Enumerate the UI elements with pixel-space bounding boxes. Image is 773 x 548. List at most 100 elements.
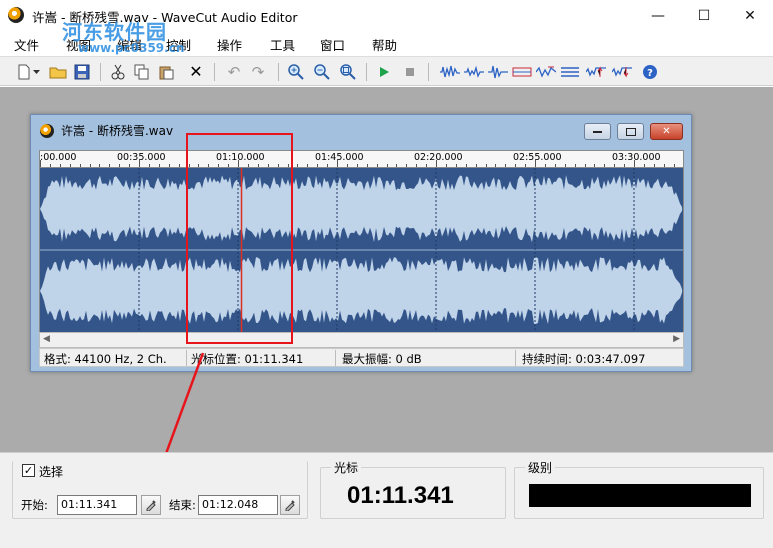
ruler-tick xyxy=(49,164,51,167)
cut-icon[interactable] xyxy=(108,62,128,82)
ruler-tick xyxy=(455,164,457,167)
status-cursor: 光标位置: 01:11.341 xyxy=(191,352,304,366)
wave-effect-3-icon[interactable] xyxy=(488,62,508,82)
level-group-label: 级别 xyxy=(525,459,556,476)
ruler-label: :00.000 xyxy=(40,152,77,163)
menu-operate[interactable]: 操作 xyxy=(217,35,242,54)
stop-icon[interactable] xyxy=(400,62,420,82)
zoom-out-icon[interactable] xyxy=(312,62,332,82)
toolbar: ✕ ↶ ↷ ? xyxy=(0,56,773,86)
child-minimize-button[interactable] xyxy=(584,123,611,140)
ruler-tick xyxy=(426,164,428,167)
play-icon[interactable] xyxy=(374,62,394,82)
scroll-right-icon[interactable]: ▶ xyxy=(673,334,680,344)
menu-file[interactable]: 文件 xyxy=(14,35,39,54)
app-icon xyxy=(8,7,24,23)
ruler-tick xyxy=(59,164,61,167)
help-icon[interactable]: ? xyxy=(640,62,660,82)
end-pick-button[interactable] xyxy=(280,495,300,515)
wave-effect-2-icon[interactable] xyxy=(464,62,484,82)
undo-icon[interactable]: ↶ xyxy=(224,62,244,82)
document-icon xyxy=(40,124,54,138)
ruler-tick xyxy=(79,164,81,167)
save-icon[interactable] xyxy=(72,62,92,82)
ruler-label: 02:20.000 xyxy=(414,152,463,163)
selection-checkbox[interactable]: ✓ xyxy=(22,464,35,477)
watermark-url: www.pc0359.cn xyxy=(78,41,185,55)
time-ruler[interactable]: :00.000 00:35.000 01:10.000 01:45.000 02:20.… xyxy=(39,150,684,168)
new-file-icon[interactable] xyxy=(14,62,34,82)
ruler-tick xyxy=(168,164,170,167)
ruler-tick xyxy=(148,164,150,167)
ruler-tick xyxy=(465,164,467,167)
status-max-amplitude: 最大振幅: 0 dB xyxy=(342,352,422,366)
document-title: 许嵩 - 断桥残雪.wav xyxy=(61,124,174,138)
ruler-tick xyxy=(485,164,487,167)
ruler-label: 00:35.000 xyxy=(117,152,166,163)
menu-tools[interactable]: 工具 xyxy=(270,35,295,54)
menu-window[interactable]: 窗口 xyxy=(320,35,345,54)
delete-icon[interactable]: ✕ xyxy=(186,62,206,82)
maximize-button[interactable]: ☐ xyxy=(681,0,727,31)
wave-effect-8-icon[interactable] xyxy=(612,62,632,82)
annotation-highlight-box xyxy=(186,133,293,344)
wave-effect-6-icon[interactable] xyxy=(560,62,580,82)
ruler-tick xyxy=(673,164,675,167)
ruler-tick xyxy=(653,164,655,167)
close-button[interactable]: ✕ xyxy=(727,0,773,31)
end-label: 结束: xyxy=(169,498,196,512)
selection-group: ✓ 选择 开始: 01:11.341 结束: 01:12.048 xyxy=(12,461,308,519)
audio-document-window[interactable]: 许嵩 - 断桥残雪.wav ✕ :00.000 00:35.000 01:10.00… xyxy=(30,114,692,372)
ruler-label: 02:55.000 xyxy=(513,152,562,163)
ruler-tick xyxy=(158,164,160,167)
child-restore-button[interactable] xyxy=(617,123,644,140)
open-folder-icon[interactable] xyxy=(48,62,68,82)
ruler-tick xyxy=(178,164,180,167)
ruler-tick xyxy=(663,164,665,167)
waveform-canvas[interactable] xyxy=(40,168,683,332)
ruler-tick xyxy=(119,164,121,167)
ruler-tick xyxy=(564,164,566,167)
level-meter xyxy=(529,484,751,507)
eyedropper-icon xyxy=(146,500,156,511)
level-group: 级别 xyxy=(514,459,764,519)
ruler-tick xyxy=(89,164,91,167)
wave-effect-4-icon[interactable] xyxy=(512,62,532,82)
ruler-tick xyxy=(317,164,319,167)
selection-label: 选择 xyxy=(39,465,64,479)
minimize-button[interactable]: — xyxy=(635,0,681,31)
ruler-tick xyxy=(356,164,358,167)
wave-effect-5-icon[interactable] xyxy=(536,62,556,82)
wave-effect-1-icon[interactable] xyxy=(440,62,460,82)
ruler-tick xyxy=(554,164,556,167)
paste-icon[interactable] xyxy=(156,62,176,82)
document-status-bar: 格式: 44100 Hz, 2 Ch. 光标位置: 01:11.341 最大振幅… xyxy=(39,348,684,367)
ruler-tick xyxy=(614,164,616,167)
waveform-channel xyxy=(40,257,682,324)
waveform-channel xyxy=(40,175,682,243)
wave-effect-7-icon[interactable] xyxy=(586,62,606,82)
copy-icon[interactable] xyxy=(132,62,152,82)
ruler-tick xyxy=(445,164,447,167)
horizontal-scrollbar[interactable]: ◀ ▶ xyxy=(39,332,684,348)
ruler-tick xyxy=(109,164,111,167)
redo-icon[interactable]: ↷ xyxy=(248,62,268,82)
start-time-field[interactable]: 01:11.341 xyxy=(57,495,137,515)
ruler-tick xyxy=(495,164,497,167)
zoom-fit-icon[interactable] xyxy=(338,62,358,82)
ruler-tick xyxy=(604,164,606,167)
child-close-button[interactable]: ✕ xyxy=(650,123,683,140)
start-pick-button[interactable] xyxy=(141,495,161,515)
dropdown-icon[interactable] xyxy=(32,62,42,82)
end-time-field[interactable]: 01:12.048 xyxy=(198,495,278,515)
ruler-label: 01:45.000 xyxy=(315,152,364,163)
ruler-tick xyxy=(297,164,299,167)
ruler-tick xyxy=(574,164,576,167)
ruler-tick xyxy=(594,164,596,167)
ruler-tick xyxy=(69,164,71,167)
scroll-left-icon[interactable]: ◀ xyxy=(43,334,50,344)
zoom-in-icon[interactable] xyxy=(286,62,306,82)
ruler-tick xyxy=(505,164,507,167)
waveform-view[interactable] xyxy=(39,168,684,332)
menu-help[interactable]: 帮助 xyxy=(372,35,397,54)
